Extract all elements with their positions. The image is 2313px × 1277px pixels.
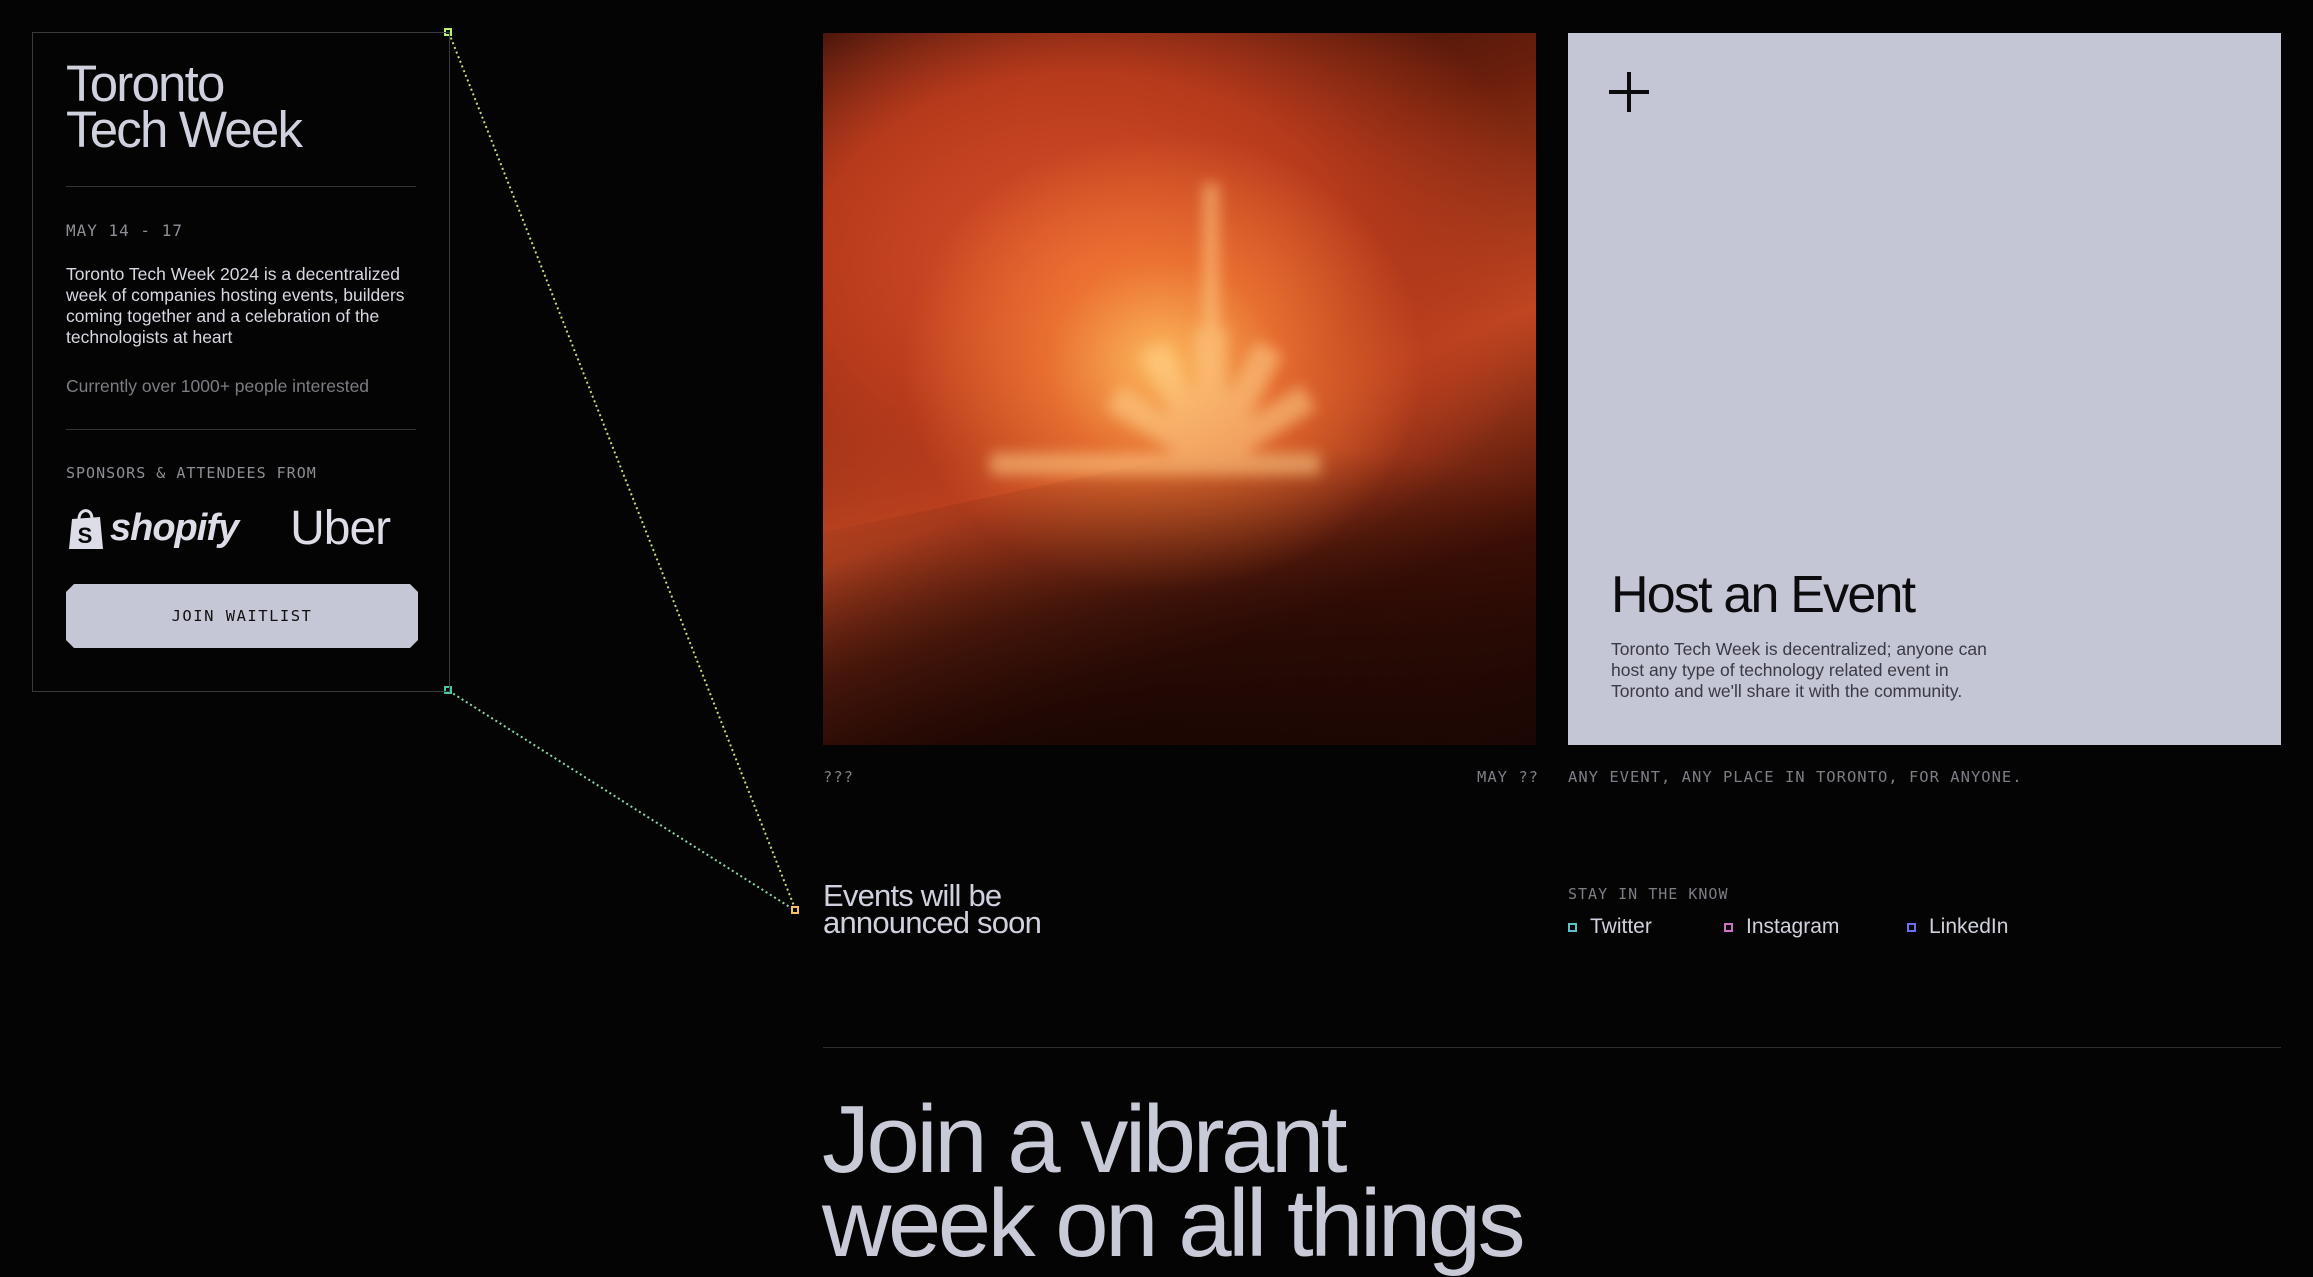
section-divider bbox=[823, 1047, 2281, 1048]
instagram-label: Instagram bbox=[1746, 915, 1840, 938]
hero-caption-right: MAY ?? bbox=[1477, 768, 1539, 786]
host-event-description: Toronto Tech Week is decentralized; anyo… bbox=[1611, 639, 1987, 701]
shopify-logo: S shopify bbox=[66, 505, 239, 551]
instagram-square-icon bbox=[1724, 922, 1733, 932]
divider bbox=[66, 429, 416, 430]
interest-count: Currently over 1000+ people interested bbox=[66, 376, 370, 396]
sponsor-logos: S shopify Uber bbox=[66, 502, 416, 555]
event-description: Toronto Tech Week 2024 is a decentralize… bbox=[66, 264, 405, 347]
headline-line-2: week on all things bbox=[822, 1170, 1526, 1277]
twitter-label: Twitter bbox=[1590, 915, 1652, 938]
join-waitlist-button[interactable]: JOIN WAITLIST bbox=[66, 584, 418, 648]
svg-text:S: S bbox=[78, 523, 93, 548]
twitter-square-icon bbox=[1568, 922, 1577, 932]
hero-caption-left: ??? bbox=[823, 768, 854, 786]
events-line-2: announced soon bbox=[823, 905, 1042, 940]
host-event-card[interactable]: Host an Event Toronto Tech Week is decen… bbox=[1568, 33, 2281, 745]
shopify-bag-icon: S bbox=[69, 509, 103, 549]
events-announcement: Events will be announced soon bbox=[823, 880, 1042, 940]
site-title: Toronto Tech Week bbox=[66, 58, 416, 158]
sponsors-label: SPONSORS & ATTENDEES FROM bbox=[66, 464, 317, 482]
stay-in-the-know-label: STAY IN THE KNOW bbox=[1568, 885, 1729, 903]
hero-image bbox=[823, 33, 1536, 745]
twitter-link[interactable]: Twitter bbox=[1568, 915, 1652, 939]
shopify-wordmark: shopify bbox=[110, 506, 239, 549]
connector-node-events bbox=[791, 906, 799, 914]
instagram-link[interactable]: Instagram bbox=[1724, 915, 1839, 939]
big-headline: Join a vibrant week on all things bbox=[822, 1092, 1526, 1277]
linkedin-label: LinkedIn bbox=[1929, 915, 2009, 938]
title-line-2: Tech Week bbox=[66, 101, 303, 158]
divider bbox=[66, 186, 416, 187]
host-caption: ANY EVENT, ANY PLACE IN TORONTO, FOR ANY… bbox=[1568, 768, 2023, 786]
uber-logo: Uber bbox=[290, 501, 391, 555]
linkedin-square-icon bbox=[1907, 922, 1916, 932]
tech-week-emblem bbox=[990, 183, 1320, 475]
host-event-title: Host an Event bbox=[1611, 566, 1916, 624]
event-dates: MAY 14 - 17 bbox=[66, 221, 183, 240]
plus-icon[interactable] bbox=[1609, 72, 1649, 112]
linkedin-link[interactable]: LinkedIn bbox=[1907, 915, 2008, 939]
info-panel: Toronto Tech Week MAY 14 - 17 Toronto Te… bbox=[32, 32, 450, 692]
